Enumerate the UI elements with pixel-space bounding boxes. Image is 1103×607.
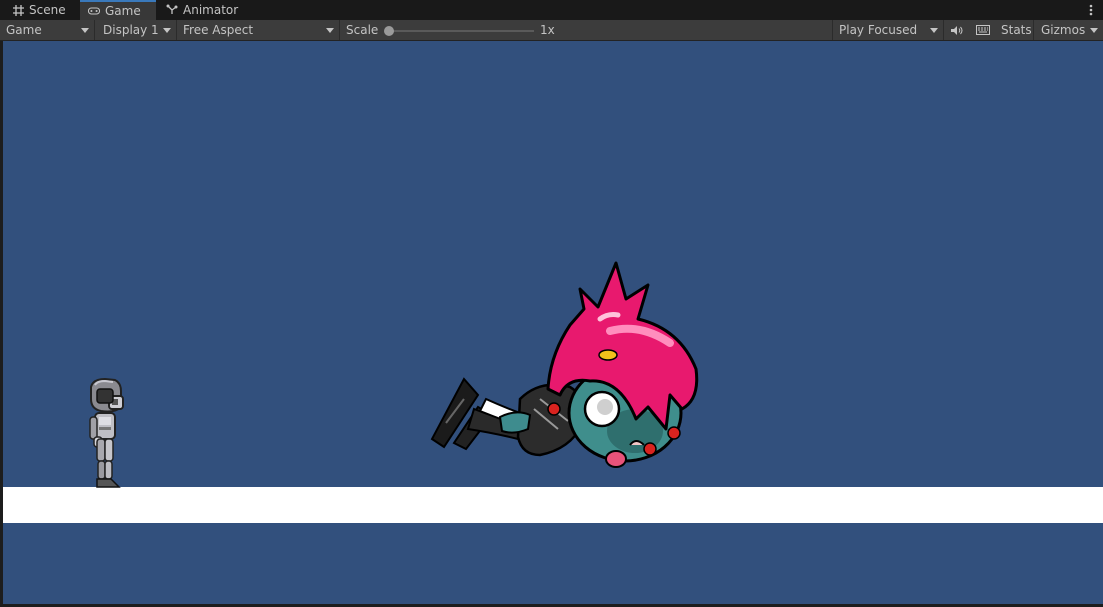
window-border-left (0, 41, 3, 607)
tab-label: Scene (29, 3, 66, 17)
stats-button[interactable]: Stats (995, 20, 1034, 40)
gizmos-dropdown[interactable]: Gizmos (1035, 20, 1103, 40)
chevron-down-icon (1090, 28, 1098, 33)
more-options-icon[interactable] (1085, 2, 1097, 18)
game-viewport[interactable] (3, 41, 1103, 605)
display-dropdown[interactable]: Display 1 (97, 20, 177, 40)
play-mode-dropdown[interactable]: Play Focused (832, 20, 944, 40)
stats-label: Stats (1001, 23, 1032, 37)
chevron-down-icon (163, 28, 171, 33)
scale-slider-thumb[interactable] (384, 26, 394, 36)
tab-label: Animator (183, 3, 239, 17)
ground-platform (3, 487, 1103, 523)
editor-tab-bar: Scene Game Animator (0, 0, 1103, 20)
tab-game[interactable]: Game (80, 0, 156, 20)
pink-hair-zombie-sprite (430, 261, 699, 468)
gizmos-label: Gizmos (1041, 23, 1086, 37)
scale-value: 1x (540, 23, 555, 37)
shortcuts-keyboard-icon[interactable] (972, 20, 994, 40)
aspect-dropdown-label: Free Aspect (183, 23, 254, 37)
tab-scene[interactable]: Scene (4, 0, 76, 20)
display-dropdown-label: Display 1 (103, 23, 159, 37)
tab-label: Game (105, 4, 141, 18)
tab-animator[interactable]: Animator (158, 0, 244, 20)
view-dropdown-label: Game (6, 23, 42, 37)
robot-player-sprite (89, 377, 124, 488)
scale-slider-track[interactable] (388, 30, 534, 32)
chevron-down-icon (930, 28, 938, 33)
mute-audio-icon[interactable] (945, 20, 967, 40)
chevron-down-icon (326, 28, 334, 33)
view-dropdown[interactable]: Game (0, 20, 95, 40)
game-view-toolbar: Game Display 1 Free Aspect Scale 1x Play… (0, 20, 1103, 41)
chevron-down-icon (81, 28, 89, 33)
play-mode-label: Play Focused (839, 23, 918, 37)
aspect-dropdown[interactable]: Free Aspect (177, 20, 340, 40)
gamepad-icon (88, 5, 100, 17)
animator-icon (166, 4, 178, 16)
grid-icon (12, 4, 24, 16)
scale-label: Scale (346, 23, 379, 37)
